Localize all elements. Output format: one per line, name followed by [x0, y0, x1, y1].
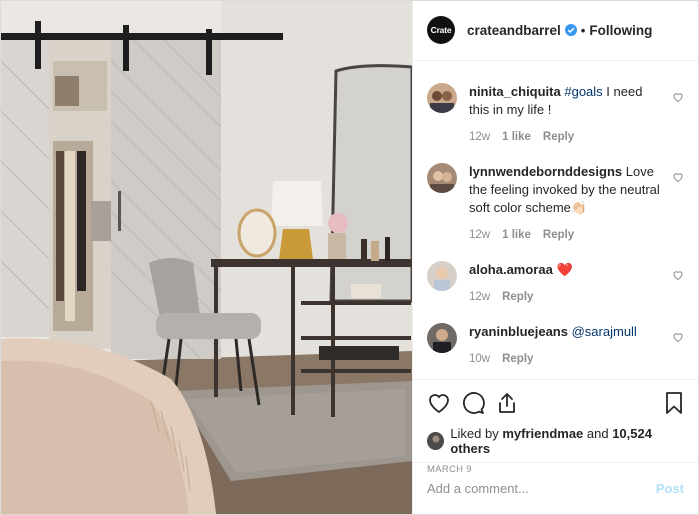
add-comment-bar: Post	[413, 462, 698, 514]
comment-item: aloha.amoraa ❤️ 12w Reply	[427, 260, 684, 303]
comment-likes[interactable]: 1 like	[502, 131, 531, 143]
comment-username[interactable]: aloha.amoraa	[469, 262, 553, 277]
post-header: Crate crateandbarrel • Following	[413, 1, 698, 61]
commenter-avatar[interactable]	[427, 260, 457, 291]
like-comment-heart-icon[interactable]	[672, 171, 684, 183]
like-comment-heart-icon[interactable]	[672, 269, 684, 281]
brand-avatar[interactable]: Crate	[427, 16, 455, 45]
username-link[interactable]: crateandbarrel	[467, 23, 561, 38]
comment-item: ninita_chiquita #goals I need this in my…	[427, 82, 684, 143]
post-side-panel: Crate crateandbarrel • Following ninita_…	[412, 1, 698, 514]
comment-meta: 12w 1 like Reply	[469, 229, 666, 241]
header-separator: •	[580, 22, 586, 38]
comment-body: ❤️	[552, 261, 573, 277]
comment-item: lynnwendebornddesigns Love the feeling i…	[427, 162, 684, 241]
comment-text: ninita_chiquita #goals I need this in my…	[469, 83, 666, 119]
like-comment-heart-icon[interactable]	[672, 331, 684, 343]
comment-meta: 12w Reply	[469, 291, 666, 303]
comment-meta: 12w 1 like Reply	[469, 131, 666, 143]
post-window: Crate crateandbarrel • Following ninita_…	[0, 0, 699, 515]
commenter-avatar[interactable]	[427, 82, 457, 113]
following-button[interactable]: Following	[589, 23, 652, 38]
liked-mid: and	[583, 425, 613, 441]
bookmark-icon[interactable]	[662, 391, 686, 415]
bedroom-photo-illustration	[1, 1, 412, 514]
comment-item: ryaninbluejeans @sarajmull 10w Reply	[427, 322, 684, 365]
post-comment-button[interactable]: Post	[656, 481, 684, 496]
liker-avatar[interactable]	[427, 431, 445, 450]
commenter-avatar[interactable]	[427, 162, 457, 193]
heart-icon[interactable]	[427, 391, 451, 415]
reply-button[interactable]: Reply	[502, 353, 533, 365]
share-icon[interactable]	[495, 391, 519, 415]
comment-meta: 10w Reply	[469, 353, 666, 365]
comment-icon[interactable]	[461, 391, 485, 415]
comment-username[interactable]: ninita_chiquita	[469, 84, 561, 99]
reply-button[interactable]: Reply	[543, 229, 574, 241]
comment-text: lynnwendebornddesigns Love the feeling i…	[469, 163, 666, 217]
comment-age[interactable]: 12w	[469, 131, 490, 143]
comment-age[interactable]: 12w	[469, 229, 490, 241]
comment-age[interactable]: 10w	[469, 353, 490, 365]
liked-prefix: Liked by	[450, 425, 503, 441]
reply-button[interactable]: Reply	[543, 131, 574, 143]
comment-input[interactable]	[427, 481, 656, 496]
comment-username[interactable]: ryaninbluejeans	[469, 324, 568, 339]
comment-age[interactable]: 12w	[469, 291, 490, 303]
liked-by-summary: Liked by myfriendmae and 10,524 others	[427, 426, 686, 456]
comment-text: aloha.amoraa ❤️	[469, 261, 666, 279]
comment-likes[interactable]: 1 like	[502, 229, 531, 241]
action-icon-row	[427, 388, 686, 418]
liked-user-link[interactable]: myfriendmae	[502, 426, 583, 441]
comment-text: ryaninbluejeans @sarajmull	[469, 323, 666, 341]
like-comment-heart-icon[interactable]	[672, 91, 684, 103]
reply-button[interactable]: Reply	[502, 291, 533, 303]
comments-list[interactable]: ninita_chiquita #goals I need this in my…	[413, 61, 698, 379]
verified-badge-icon	[564, 24, 577, 37]
commenter-avatar[interactable]	[427, 322, 457, 353]
comment-username[interactable]: lynnwendebornddesigns	[469, 164, 622, 179]
comment-hashtag-link[interactable]: #goals	[564, 84, 602, 99]
liked-by-text: Liked by myfriendmae and 10,524 others	[450, 426, 686, 456]
post-photo[interactable]	[1, 1, 412, 514]
comment-mention-link[interactable]: @sarajmull	[572, 324, 637, 339]
